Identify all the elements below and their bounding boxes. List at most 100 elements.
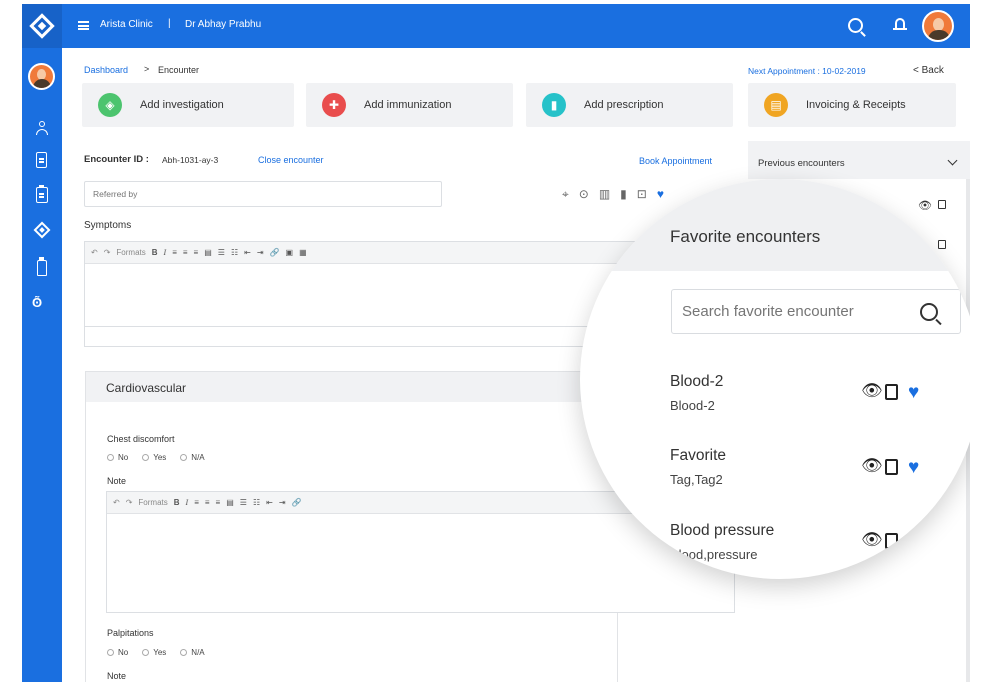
favorite-name: Blood pressure xyxy=(670,522,775,539)
editor-toolbar: ↶ ↷ Formats B I ≡ ≡ ≡ ▤ ☰ ☷ ⇤ ⇥ 🔗 ▣ ▦ xyxy=(85,242,643,264)
add-prescription-button[interactable]: ▮ Add prescription xyxy=(526,83,733,127)
justify-icon[interactable]: ▤ xyxy=(204,248,212,257)
indent-icon[interactable]: ⇥ xyxy=(257,248,264,257)
copy-icon[interactable] xyxy=(885,533,898,549)
bell-icon[interactable] xyxy=(893,17,907,32)
note-label: Note xyxy=(107,671,127,681)
bottle-icon[interactable] xyxy=(37,257,47,276)
previous-encounters-dropdown[interactable]: Previous encounters xyxy=(748,141,970,179)
align-center-icon[interactable]: ≡ xyxy=(205,498,210,507)
favorite-name: Favorite xyxy=(670,447,726,464)
clipboard-icon[interactable] xyxy=(36,185,48,203)
encounter-id-label: Encounter ID : xyxy=(84,154,149,165)
favorites-header: Favorite encounters xyxy=(580,179,970,271)
investigation-icon: ◈ xyxy=(98,93,122,117)
align-left-icon[interactable]: ≡ xyxy=(172,248,177,257)
radio-no[interactable]: No xyxy=(107,453,128,462)
align-left-icon[interactable]: ≡ xyxy=(194,498,199,507)
prescription-icon: ▮ xyxy=(542,93,566,117)
header-separator: | xyxy=(168,18,171,29)
radio-no[interactable]: No xyxy=(107,648,128,657)
radio-na[interactable]: N/A xyxy=(180,648,205,657)
radio-group: No Yes N/A xyxy=(107,648,205,657)
user-icon[interactable] xyxy=(34,120,50,136)
radio-yes[interactable]: Yes xyxy=(142,453,166,462)
symptoms-editor[interactable]: ↶ ↷ Formats B I ≡ ≡ ≡ ▤ ☰ ☷ ⇤ ⇥ 🔗 ▣ ▦ xyxy=(84,241,644,327)
formats-dropdown[interactable]: Formats xyxy=(116,248,145,257)
undo-icon[interactable]: ↶ xyxy=(91,248,98,257)
favorite-name: Blood-2 xyxy=(670,373,724,390)
justify-icon[interactable]: ▤ xyxy=(226,498,234,507)
copy-icon[interactable] xyxy=(885,384,898,400)
app-logo[interactable] xyxy=(22,4,62,48)
numbered-list-icon[interactable]: ☷ xyxy=(231,248,238,257)
indent-icon[interactable]: ⇥ xyxy=(279,498,286,507)
table-icon[interactable]: ▦ xyxy=(299,248,307,257)
close-encounter-link[interactable]: Close encounter xyxy=(258,155,324,165)
encounter-id-value: Abh-1031-ay-3 xyxy=(162,155,219,165)
eye-icon[interactable]: 👁 xyxy=(861,530,883,550)
radio-yes[interactable]: Yes xyxy=(142,648,166,657)
symptoms-label: Symptoms xyxy=(84,220,132,231)
italic-button[interactable]: I xyxy=(186,498,189,507)
diamond-icon[interactable] xyxy=(33,221,51,239)
heart-icon[interactable]: ♥ xyxy=(908,532,919,551)
link-icon[interactable]: 🔗 xyxy=(292,498,302,507)
heart-icon[interactable]: ♥ xyxy=(908,458,919,477)
breadcrumb-dashboard[interactable]: Dashboard xyxy=(84,65,128,75)
book-appointment-link[interactable]: Book Appointment xyxy=(639,156,712,166)
tile-label: Add investigation xyxy=(140,99,224,111)
image-icon[interactable]: ▣ xyxy=(286,248,294,257)
breadcrumb-separator: > xyxy=(144,64,150,74)
formats-dropdown[interactable]: Formats xyxy=(138,498,167,507)
tile-label: Add prescription xyxy=(584,99,664,111)
eye-icon[interactable]: 👁 xyxy=(861,381,883,401)
hamburger-icon[interactable] xyxy=(78,21,89,30)
add-investigation-button[interactable]: ◈ Add investigation xyxy=(82,83,294,127)
previous-encounters-label: Previous encounters xyxy=(758,158,845,169)
bullet-list-icon[interactable]: ☰ xyxy=(240,498,247,507)
document-icon[interactable] xyxy=(36,152,47,168)
add-immunization-button[interactable]: ✚ Add immunization xyxy=(306,83,513,127)
section-header[interactable]: Cardiovascular xyxy=(86,372,619,402)
app-window: Arista Clinic | Dr Abhay Prabhu ʘ͂ Dashb… xyxy=(22,4,970,682)
outdent-icon[interactable]: ⇤ xyxy=(244,248,251,257)
target-icon[interactable]: ⌖ xyxy=(562,187,569,202)
referred-by-input[interactable] xyxy=(85,182,441,206)
undo-icon[interactable]: ↶ xyxy=(113,498,120,507)
search-icon[interactable] xyxy=(848,18,863,33)
eye-icon[interactable]: 👁 xyxy=(861,456,883,476)
radio-group: No Yes N/A xyxy=(107,453,205,462)
link-icon[interactable]: 🔗 xyxy=(270,248,280,257)
align-right-icon[interactable]: ≡ xyxy=(194,248,199,257)
search-favorite-input[interactable] xyxy=(672,290,912,333)
question-label: Palpitations xyxy=(107,628,154,638)
invoicing-receipts-button[interactable]: ▤ Invoicing & Receipts xyxy=(748,83,956,127)
numbered-list-icon[interactable]: ☷ xyxy=(253,498,260,507)
redo-icon[interactable]: ↷ xyxy=(104,248,111,257)
search-icon[interactable] xyxy=(920,303,938,321)
radio-na[interactable]: N/A xyxy=(180,453,205,462)
referred-by-field[interactable] xyxy=(84,181,442,207)
tile-label: Invoicing & Receipts xyxy=(806,99,906,111)
favorites-search[interactable] xyxy=(671,289,961,334)
outdent-icon[interactable]: ⇤ xyxy=(266,498,273,507)
redo-icon[interactable]: ↷ xyxy=(126,498,133,507)
favorite-tags: Blood-2 xyxy=(670,398,715,413)
back-link[interactable]: < Back xyxy=(913,65,944,76)
syringe-icon[interactable]: ʘ͂ xyxy=(32,295,52,311)
align-center-icon[interactable]: ≡ xyxy=(183,248,188,257)
tile-label: Add immunization xyxy=(364,99,452,111)
bold-button[interactable]: B xyxy=(152,248,158,257)
bullet-list-icon[interactable]: ☰ xyxy=(218,248,225,257)
sidebar-avatar[interactable] xyxy=(28,63,55,90)
next-appointment[interactable]: Next Appointment : 10-02-2019 xyxy=(748,66,866,76)
heart-icon[interactable]: ♥ xyxy=(908,383,919,402)
breadcrumb-current: Encounter xyxy=(158,65,200,75)
copy-icon[interactable] xyxy=(938,234,947,244)
italic-button[interactable]: I xyxy=(164,248,167,257)
bold-button[interactable]: B xyxy=(174,498,180,507)
user-avatar[interactable] xyxy=(922,10,954,42)
align-right-icon[interactable]: ≡ xyxy=(216,498,221,507)
copy-icon[interactable] xyxy=(885,459,898,475)
